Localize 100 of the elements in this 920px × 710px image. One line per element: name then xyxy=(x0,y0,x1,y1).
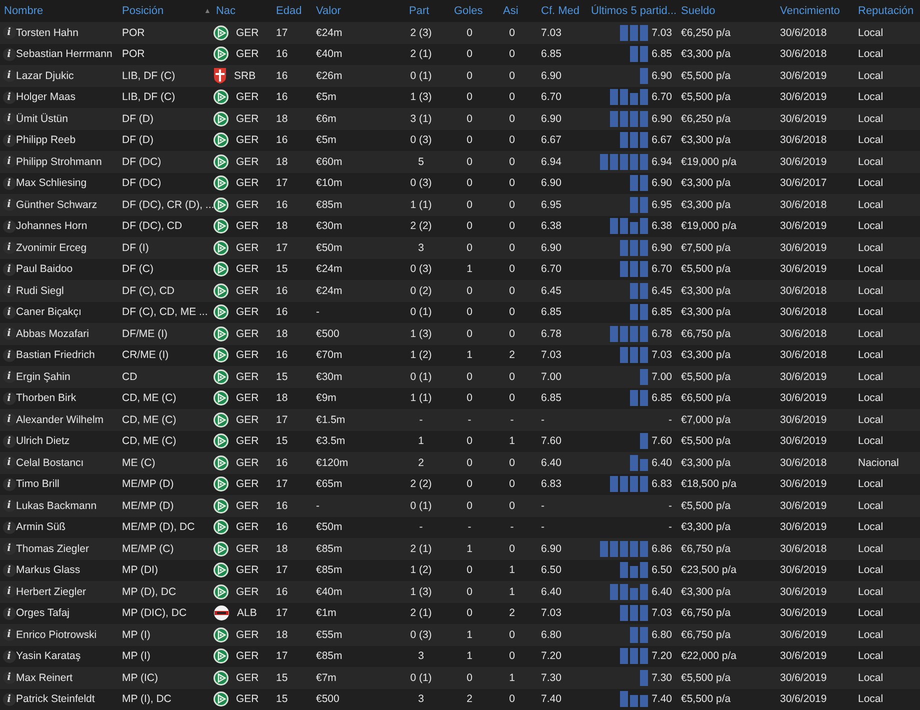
table-cell: 0 xyxy=(509,328,515,340)
info-button[interactable]: i xyxy=(2,628,16,642)
table-cell-text: €6,750 p/a xyxy=(680,628,731,641)
table-cell-text: €85m xyxy=(315,564,342,576)
info-button[interactable]: i xyxy=(2,520,16,534)
player-row[interactable]: i Ergin Şahin CD GER 15 €30m 0 (1) 0 0 7.00 7.00 €5,500 p/a 30/6/2019 Local xyxy=(0,366,920,388)
info-button[interactable]: i xyxy=(2,69,16,82)
column-header[interactable]: Goles xyxy=(454,5,483,17)
info-button[interactable]: i xyxy=(2,176,16,190)
table-cell-text: LIB, DF (C) xyxy=(121,70,176,82)
player-row[interactable]: i Orges Tafaj MP (DIC), DC ALB 17 €1m 2 (1) 0 2 7.03 7.03 €6,750 p/a 30/6/2019 Local xyxy=(0,602,920,624)
player-row[interactable]: i Alexander Wilhelm CD, ME (C) GER 17 €1.5m - - - - - €7,000 p/a 30/6/2019 Local xyxy=(0,409,920,430)
column-header[interactable]: Cf. Med xyxy=(541,5,580,17)
table-cell: 0 xyxy=(509,177,515,190)
info-button[interactable]: i xyxy=(2,220,16,233)
player-row[interactable]: i Lazar Djukic LIB, DF (C) SRB 16 €26m 0 (1) 0 0 6.90 6.90 €5,500 p/a 30/6/2019 Local xyxy=(0,65,920,86)
info-button[interactable]: i xyxy=(2,542,16,556)
info-button[interactable]: i xyxy=(2,692,16,706)
info-button[interactable]: i xyxy=(2,241,16,254)
info-button[interactable]: i xyxy=(2,370,16,384)
table-cell-text: €23,500 p/a xyxy=(680,564,736,576)
info-button[interactable]: i xyxy=(2,585,16,598)
info-button[interactable]: i xyxy=(2,392,16,405)
rating-bar xyxy=(610,218,618,234)
column-header[interactable]: Últimos 5 partid... xyxy=(591,5,677,17)
player-row[interactable]: i Paul Baidoo DF (C) GER 15 €24m 0 (3) 1 0 6.70 6.70 €5,500 p/a 30/6/2019 Local xyxy=(0,258,920,280)
player-row[interactable]: i Ulrich Dietz CD, ME (C) GER 15 €3.5m 1 0 1 7.60 7.60 €5,500 p/a 30/6/2019 Local xyxy=(0,430,920,452)
info-button[interactable]: i xyxy=(2,434,16,448)
table-cell-text: €3,300 p/a xyxy=(680,48,731,60)
player-row[interactable]: i Philipp Reeb DF (D) GER 16 €5m 0 (3) 0 0 6.67 6.67 €3,300 p/a 30/6/2018 Local xyxy=(0,130,920,151)
column-header[interactable]: Vencimiento xyxy=(780,5,840,17)
table-cell-text: DF/ME (I) xyxy=(121,328,168,340)
player-row[interactable]: i Holger Maas LIB, DF (C) GER 16 €5m 1 (3) 0 0 6.70 6.70 €5,500 p/a 30/6/2019 Local xyxy=(0,86,920,108)
table-cell-text: 30/6/2019 xyxy=(779,156,827,168)
info-button[interactable]: i xyxy=(2,348,16,362)
player-row[interactable]: i Timo Brill ME/MP (D) GER 17 €65m 2 (2) 0 0 6.83 6.83 €18,500 p/a 30/6/2019 Local xyxy=(0,474,920,495)
table-cell-text: MP (D), DC xyxy=(121,586,176,598)
player-row[interactable]: i Enrico Piotrowski MP (I) GER 18 €55m 0 (3) 1 0 6.80 6.80 €6,750 p/a 30/6/2019 Local xyxy=(0,624,920,646)
table-cell-text: 16 xyxy=(275,284,288,297)
table-cell: 0 xyxy=(509,628,515,641)
column-header[interactable]: Part xyxy=(409,5,430,17)
table-cell-text: 30/6/2018 xyxy=(779,198,827,211)
info-button[interactable]: i xyxy=(2,499,16,512)
player-row[interactable]: i Armin Süß ME/MP (D), DC GER 16 €50m - - - - - €3,300 p/a 30/6/2019 Local xyxy=(0,516,920,538)
column-header[interactable]: Nac xyxy=(216,5,236,17)
table-cell: 0 xyxy=(509,542,515,555)
info-button[interactable]: i xyxy=(2,198,16,212)
player-row[interactable]: i Yasin Karataş MP (I) GER 17 €85m 3 1 0 7.20 7.20 €22,000 p/a 30/6/2019 Local xyxy=(0,646,920,667)
table-cell-text: - xyxy=(540,521,544,534)
player-row[interactable]: i Lukas Backmann ME/MP (D) GER 16 - 0 (1) 0 0 - - €5,500 p/a 30/6/2019 Local xyxy=(0,495,920,516)
table-cell: GER xyxy=(236,478,259,490)
player-row[interactable]: i Celal Bostancı ME (C) GER 16 €120m 2 0 0 6.40 6.40 €3,300 p/a 30/6/2018 Nacional xyxy=(0,452,920,474)
table-cell: 0 xyxy=(466,435,472,448)
player-row[interactable]: i Torsten Hahn POR GER 17 €24m 2 (3) 0 0 7.03 7.03 €6,250 p/a 30/6/2018 Local xyxy=(0,22,920,44)
info-button[interactable]: i xyxy=(2,134,16,147)
info-button[interactable]: i xyxy=(2,413,16,426)
player-row[interactable]: i Philipp Strohmann DF (DC) GER 18 €60m 5 0 0 6.94 6.94 €19,000 p/a 30/6/2019 Local xyxy=(0,151,920,172)
player-row[interactable]: i Günther Schwarz DF (DC), CR (D), ... GER 16 €85m 1 (1) 0 0 6.95 6.95 €3,300 p/a 30/6/2018 Local xyxy=(0,194,920,216)
player-row[interactable]: i Ümit Üstün DF (D) GER 18 €6m 3 (1) 0 0 6.90 6.90 €6,250 p/a 30/6/2019 Local xyxy=(0,108,920,130)
info-button[interactable]: i xyxy=(2,650,16,663)
column-header[interactable]: Sueldo xyxy=(681,5,716,17)
player-row[interactable]: i Johannes Horn DF (DC), CD GER 18 €30m 2 (2) 0 0 6.38 6.38 €19,000 p/a 30/6/2019 Local xyxy=(0,216,920,237)
column-header[interactable]: Asi xyxy=(503,5,518,17)
info-button[interactable]: i xyxy=(2,306,16,319)
info-button[interactable]: i xyxy=(2,112,16,126)
player-name: Rudi Siegl xyxy=(15,284,64,297)
player-row[interactable]: i Abbas Mozafari DF/ME (I) GER 18 €500 1 (3) 0 0 6.78 6.78 €6,750 p/a 30/6/2018 Local xyxy=(0,323,920,344)
column-header[interactable]: Reputación xyxy=(858,5,914,17)
player-row[interactable]: i Max Schliesing DF (DC) GER 17 €10m 0 (3) 0 0 6.90 6.90 €3,300 p/a 30/6/2017 Local xyxy=(0,172,920,194)
info-button[interactable]: i xyxy=(2,90,16,104)
player-row[interactable]: i Sebastian Herrmann POR GER 16 €40m 2 (1) 0 0 6.85 6.85 €3,300 p/a 30/6/2018 Local xyxy=(0,44,920,65)
info-button[interactable]: i xyxy=(2,155,16,168)
column-header[interactable]: Edad xyxy=(276,5,302,17)
info-button[interactable]: i xyxy=(2,327,16,340)
column-header[interactable]: Valor xyxy=(316,5,341,17)
info-button[interactable]: i xyxy=(2,456,16,470)
info-button[interactable]: i xyxy=(2,262,16,276)
player-row[interactable]: i Patrick Steinfeldt MP (I), DC GER 15 €500 3 2 0 7.40 7.40 €5,500 p/a 30/6/2019 Local xyxy=(0,688,920,710)
player-name: Herbert Ziegler xyxy=(15,586,86,598)
player-row[interactable]: i Thomas Ziegler ME/MP (C) GER 18 €85m 2 (1) 1 0 6.90 6.86 €6,750 p/a 30/6/2018 Local xyxy=(0,538,920,560)
player-row[interactable]: i Zvonimir Erceg DF (I) GER 17 €50m 3 0 0 6.90 6.90 €7,500 p/a 30/6/2019 Local xyxy=(0,237,920,258)
player-row[interactable]: i Rudi Siegl DF (C), CD GER 16 €24m 0 (2) 0 0 6.45 6.45 €3,300 p/a 30/6/2018 Local xyxy=(0,280,920,302)
crest-icon xyxy=(213,304,229,320)
info-button[interactable]: i xyxy=(2,606,16,620)
player-row[interactable]: i Markus Glass MP (DI) GER 17 €85m 1 (2) 0 1 6.50 6.50 €23,500 p/a 30/6/2019 Local xyxy=(0,560,920,581)
info-button[interactable]: i xyxy=(2,564,16,577)
column-header[interactable]: Nombre xyxy=(4,5,44,17)
column-header[interactable]: Posición xyxy=(122,5,164,17)
crest-icon xyxy=(213,562,229,578)
table-cell-text: Local xyxy=(857,349,884,362)
info-button[interactable]: i xyxy=(2,48,16,61)
player-row[interactable]: i Herbert Ziegler MP (D), DC GER 16 €40m 1 (3) 0 1 6.40 6.40 €3,300 p/a 30/6/2019 Local xyxy=(0,581,920,602)
info-button[interactable]: i xyxy=(2,284,16,298)
player-row[interactable]: i Max Reinert MP (IC) GER 15 €7m 0 (1) 0 1 7.30 7.30 €5,500 p/a 30/6/2019 Local xyxy=(0,667,920,688)
info-button[interactable]: i xyxy=(2,26,16,40)
player-row[interactable]: i Bastian Friedrich CR/ME (I) GER 16 €70m 1 (2) 1 2 7.03 7.03 €3,300 p/a 30/6/2018 Local xyxy=(0,344,920,366)
info-button[interactable]: i xyxy=(2,671,16,684)
info-button[interactable]: i xyxy=(2,478,16,491)
player-row[interactable]: i Thorben Birk CD, ME (C) GER 18 €9m 1 (1) 0 0 6.85 6.85 €6,500 p/a 30/6/2019 Local xyxy=(0,388,920,409)
player-row[interactable]: i Caner Biçakçı DF (C), CD, ME ... GER 16 - 0 (1) 0 0 6.85 6.85 €3,300 p/a 30/6/2018 Local xyxy=(0,302,920,323)
